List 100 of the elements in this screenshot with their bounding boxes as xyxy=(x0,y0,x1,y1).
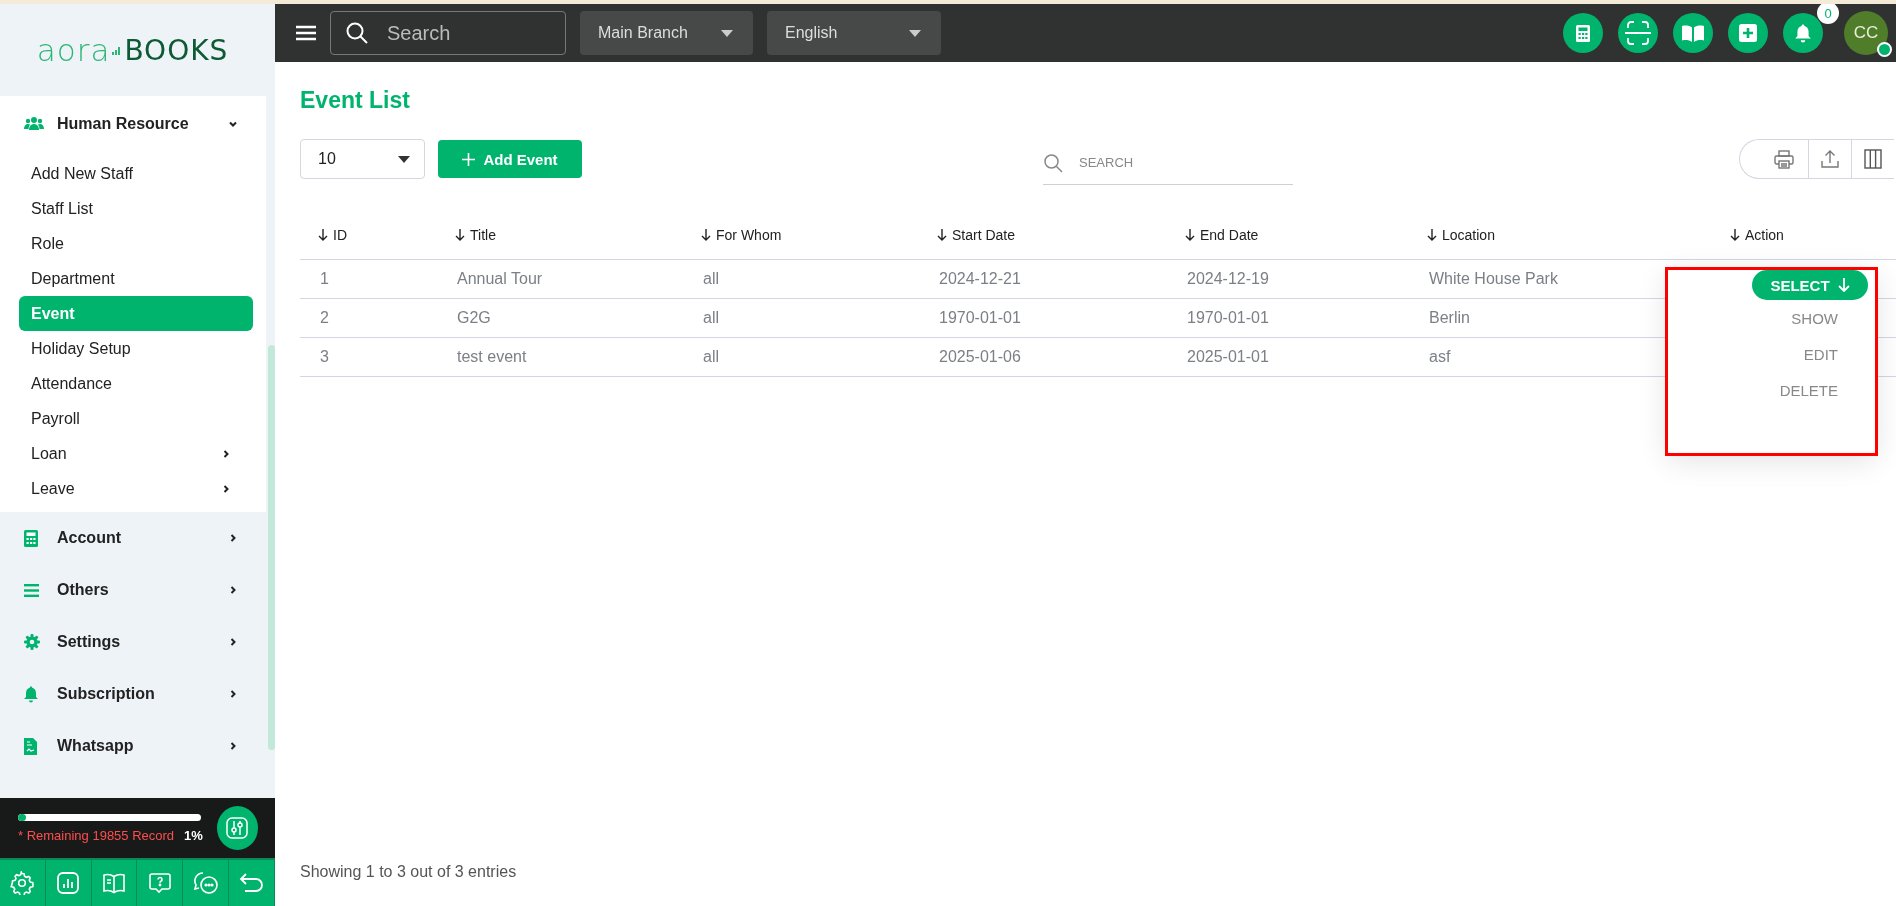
table-cell-text: G2G xyxy=(456,309,492,327)
remaining-records: * Remaining 19855 Record xyxy=(18,827,175,843)
calculator-icon xyxy=(1576,24,1590,42)
bell-icon xyxy=(1795,23,1811,43)
sidebar-item[interactable]: Staff List xyxy=(19,191,253,226)
sidebar-group[interactable]: Others xyxy=(0,564,266,616)
logo-text: BOOKS xyxy=(124,33,229,67)
table-cell-text: 2025-01-06 xyxy=(938,348,1022,366)
sort-arrow-icon xyxy=(318,229,328,241)
sort-arrow-icon xyxy=(455,229,465,241)
column-header[interactable]: Location xyxy=(1409,227,1495,243)
search-field[interactable]: Search xyxy=(330,11,566,55)
search-icon xyxy=(345,21,369,45)
table-cell-text: 2 xyxy=(319,309,330,327)
menu-item[interactable]: DELETE xyxy=(1779,372,1838,408)
table-cell-text: 3 xyxy=(319,348,330,366)
usage-percent: 1% xyxy=(184,827,203,843)
language-dropdown[interactable]: English xyxy=(767,11,941,55)
sidebar-group[interactable]: Subscription xyxy=(0,668,266,720)
sidebar-group[interactable]: Human Resource xyxy=(0,104,266,144)
list-icon xyxy=(24,583,39,597)
table-cell-text: asf xyxy=(1428,348,1452,366)
sidebar-item[interactable]: Holiday Setup xyxy=(19,331,253,366)
upload-icon xyxy=(1820,149,1841,169)
scan-icon xyxy=(1624,20,1652,46)
calculator-button[interactable] xyxy=(1563,13,1603,53)
column-header[interactable]: End Date xyxy=(1167,227,1259,243)
menu-icon[interactable] xyxy=(296,25,316,41)
column-header[interactable]: For Whom xyxy=(683,227,782,243)
table-cell-text: Annual Tour xyxy=(456,270,544,288)
entries-summary: Showing 1 to 3 out of 3 entries xyxy=(300,863,518,881)
sidebar-item[interactable]: Leave xyxy=(19,471,253,506)
bar-chart-icon[interactable] xyxy=(56,871,81,895)
table-cell-text: 2025-01-01 xyxy=(1186,348,1270,366)
sliders-icon xyxy=(226,817,249,839)
calculator-icon xyxy=(24,529,38,547)
table-cell-text: test event xyxy=(456,348,528,366)
gear-icon xyxy=(24,634,40,650)
sort-arrow-icon xyxy=(701,229,711,241)
dropdown-arrow-icon xyxy=(721,29,733,37)
table-cell-text: Berlin xyxy=(1428,309,1471,327)
sidebar-item[interactable]: Loan xyxy=(19,436,253,471)
sidebar-item[interactable]: Role xyxy=(19,226,253,261)
column-header[interactable]: Start Date xyxy=(919,227,1016,243)
branch-dropdown[interactable]: Main Branch xyxy=(580,11,753,55)
column-header[interactable]: Title xyxy=(437,227,496,243)
sidebar-group[interactable]: Account xyxy=(0,512,266,564)
search-placeholder: Search xyxy=(387,21,451,45)
table-cell-text: 1 xyxy=(319,270,330,288)
menu-item[interactable]: EDIT xyxy=(1803,336,1838,372)
dropdown-arrow-icon xyxy=(909,29,921,37)
scan-button[interactable] xyxy=(1618,13,1658,53)
back-icon[interactable] xyxy=(238,871,265,895)
chat-icon[interactable] xyxy=(192,871,219,895)
down-arrow-icon xyxy=(1837,278,1850,292)
help-bubble-icon[interactable] xyxy=(147,871,172,895)
add-button[interactable] xyxy=(1728,13,1768,53)
document-icon xyxy=(24,737,37,755)
settings-button[interactable] xyxy=(216,806,258,850)
sidebar-item[interactable]: Attendance xyxy=(19,366,253,401)
table-cell-text: all xyxy=(702,270,720,288)
table-cell-text: 1970-01-01 xyxy=(1186,309,1270,327)
bell-icon xyxy=(24,685,38,703)
page-size-select[interactable]: 10 xyxy=(300,139,425,179)
plus-icon xyxy=(462,152,476,166)
users-icon xyxy=(24,116,44,132)
column-header[interactable]: ID xyxy=(300,227,347,243)
table-cell-text: 2024-12-19 xyxy=(1186,270,1270,288)
sidebar-group[interactable]: Settings xyxy=(0,616,266,668)
columns-icon xyxy=(1864,149,1883,169)
table-cell-text: all xyxy=(702,309,720,327)
menu-item[interactable]: SHOW xyxy=(1791,300,1838,336)
sort-arrow-icon xyxy=(1427,229,1437,241)
gear-icon[interactable] xyxy=(10,871,35,895)
sidebar-item[interactable]: Payroll xyxy=(19,401,253,436)
table-cell-text: 1970-01-01 xyxy=(938,309,1022,327)
sort-arrow-icon xyxy=(1730,229,1740,241)
book-icon[interactable] xyxy=(102,871,127,895)
book-icon xyxy=(1682,24,1704,42)
table-search-field[interactable]: SEARCH xyxy=(1043,141,1293,185)
table-cell-text: all xyxy=(702,348,720,366)
notification-count: 0 xyxy=(1817,4,1839,24)
sort-arrow-icon xyxy=(1185,229,1195,241)
printer-icon xyxy=(1774,149,1795,169)
scrollbar[interactable] xyxy=(268,345,275,750)
notifications-button[interactable] xyxy=(1783,13,1823,53)
sidebar-item[interactable]: Add New Staff xyxy=(19,156,253,191)
sidebar-item[interactable]: Department xyxy=(19,261,253,296)
search-icon xyxy=(1043,152,1063,173)
dropdown-arrow-icon xyxy=(398,155,410,163)
table-cell-text: 2024-12-21 xyxy=(938,270,1022,288)
sort-arrow-icon xyxy=(937,229,947,241)
plus-square-icon xyxy=(1739,24,1757,42)
sidebar-group[interactable]: Whatsapp xyxy=(0,720,266,772)
logo-text: aora xyxy=(36,32,111,68)
book-button[interactable] xyxy=(1673,13,1713,53)
column-header[interactable]: Action xyxy=(1730,227,1784,243)
bar-chart-icon xyxy=(112,45,123,55)
table-cell-text: White House Park xyxy=(1428,270,1559,288)
page-title: Event List xyxy=(300,86,411,115)
